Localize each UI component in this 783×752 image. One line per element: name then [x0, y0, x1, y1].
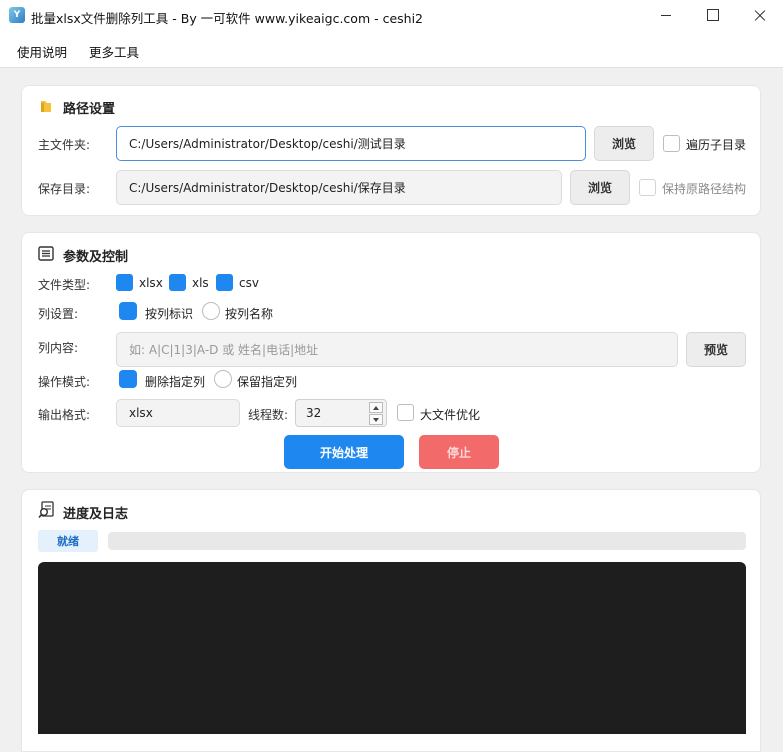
output-format-select[interactable]: xlsx: [116, 399, 240, 427]
recursive-subdirs-label: 遍历子目录: [686, 138, 747, 152]
recursive-subdirs-checkbox[interactable]: [663, 135, 680, 152]
by-column-id-label: 按列标识: [145, 307, 194, 321]
minimize-button[interactable]: [643, 0, 689, 32]
window-title: 批量xlsx文件删除列工具 - By 一可软件 www.yikeaigc.com…: [31, 11, 423, 26]
spin-down-icon[interactable]: [369, 414, 383, 425]
main-folder-input[interactable]: C:/Users/Administrator/Desktop/ceshi/测试目…: [116, 126, 586, 161]
status-badge: 就绪: [38, 530, 98, 552]
large-file-label: 大文件优化: [420, 408, 481, 422]
maximize-button[interactable]: [689, 0, 735, 32]
output-format-label: 输出格式:: [38, 408, 91, 422]
menu-item-more-tools[interactable]: 更多工具: [89, 42, 139, 61]
start-button[interactable]: 开始处理: [284, 435, 404, 469]
by-column-id-radio[interactable]: [119, 302, 137, 320]
by-column-name-radio[interactable]: [202, 302, 220, 320]
main-folder-label: 主文件夹:: [38, 138, 91, 152]
delete-columns-radio[interactable]: [119, 370, 137, 388]
keep-columns-label: 保留指定列: [237, 375, 298, 389]
browse-save-dir-button[interactable]: 浏览: [570, 170, 630, 205]
keep-structure-label: 保持原路径结构: [662, 182, 747, 196]
keep-columns-radio[interactable]: [214, 370, 232, 388]
large-file-checkbox[interactable]: [397, 404, 414, 421]
operation-mode-label: 操作模式:: [38, 375, 91, 389]
xlsx-checkbox[interactable]: [116, 274, 133, 291]
xlsx-label: xlsx: [139, 276, 163, 290]
path-settings-title: 路径设置: [63, 102, 116, 117]
menu-item-help[interactable]: 使用说明: [17, 42, 67, 61]
threads-label: 线程数:: [248, 408, 289, 422]
progress-title: 进度及日志: [63, 507, 129, 522]
folder-icon: [41, 101, 51, 112]
params-card: 参数及控制 文件类型: xlsx xls csv 列设置: 按列标识 按列名称 …: [21, 232, 761, 473]
list-icon: [38, 246, 54, 261]
params-title: 参数及控制: [63, 250, 129, 265]
title-bar: Y 批量xlsx文件删除列工具 - By 一可软件 www.yikeaigc.c…: [0, 0, 783, 32]
save-dir-label: 保存目录:: [38, 182, 91, 196]
close-button[interactable]: [737, 0, 783, 32]
log-console[interactable]: [38, 562, 746, 734]
threads-value: 32: [306, 406, 322, 420]
xls-label: xls: [192, 276, 209, 290]
xls-checkbox[interactable]: [169, 274, 186, 291]
column-content-input[interactable]: 如: A|C|1|3|A-D 或 姓名|电话|地址: [116, 332, 678, 367]
file-type-label: 文件类型:: [38, 278, 91, 292]
keep-structure-checkbox[interactable]: [639, 179, 656, 196]
save-dir-input[interactable]: C:/Users/Administrator/Desktop/ceshi/保存目…: [116, 170, 562, 205]
column-content-label: 列内容:: [38, 341, 79, 355]
stop-button[interactable]: 停止: [419, 435, 499, 469]
csv-label: csv: [239, 276, 259, 290]
preview-button[interactable]: 预览: [686, 332, 746, 367]
menu-bar: 使用说明 更多工具: [0, 32, 783, 68]
delete-columns-label: 删除指定列: [145, 375, 206, 389]
search-document-icon: [38, 501, 54, 519]
app-logo-icon: Y: [9, 7, 25, 23]
threads-spinbox[interactable]: 32: [295, 399, 387, 427]
column-setting-label: 列设置:: [38, 307, 79, 321]
by-column-name-label: 按列名称: [225, 307, 274, 321]
progress-bar: [108, 532, 746, 550]
browse-main-folder-button[interactable]: 浏览: [594, 126, 654, 161]
spin-up-icon[interactable]: [369, 402, 383, 413]
path-settings-card: 路径设置 主文件夹: C:/Users/Administrator/Deskto…: [21, 85, 761, 216]
progress-card: 进度及日志 就绪: [21, 489, 761, 752]
csv-checkbox[interactable]: [216, 274, 233, 291]
